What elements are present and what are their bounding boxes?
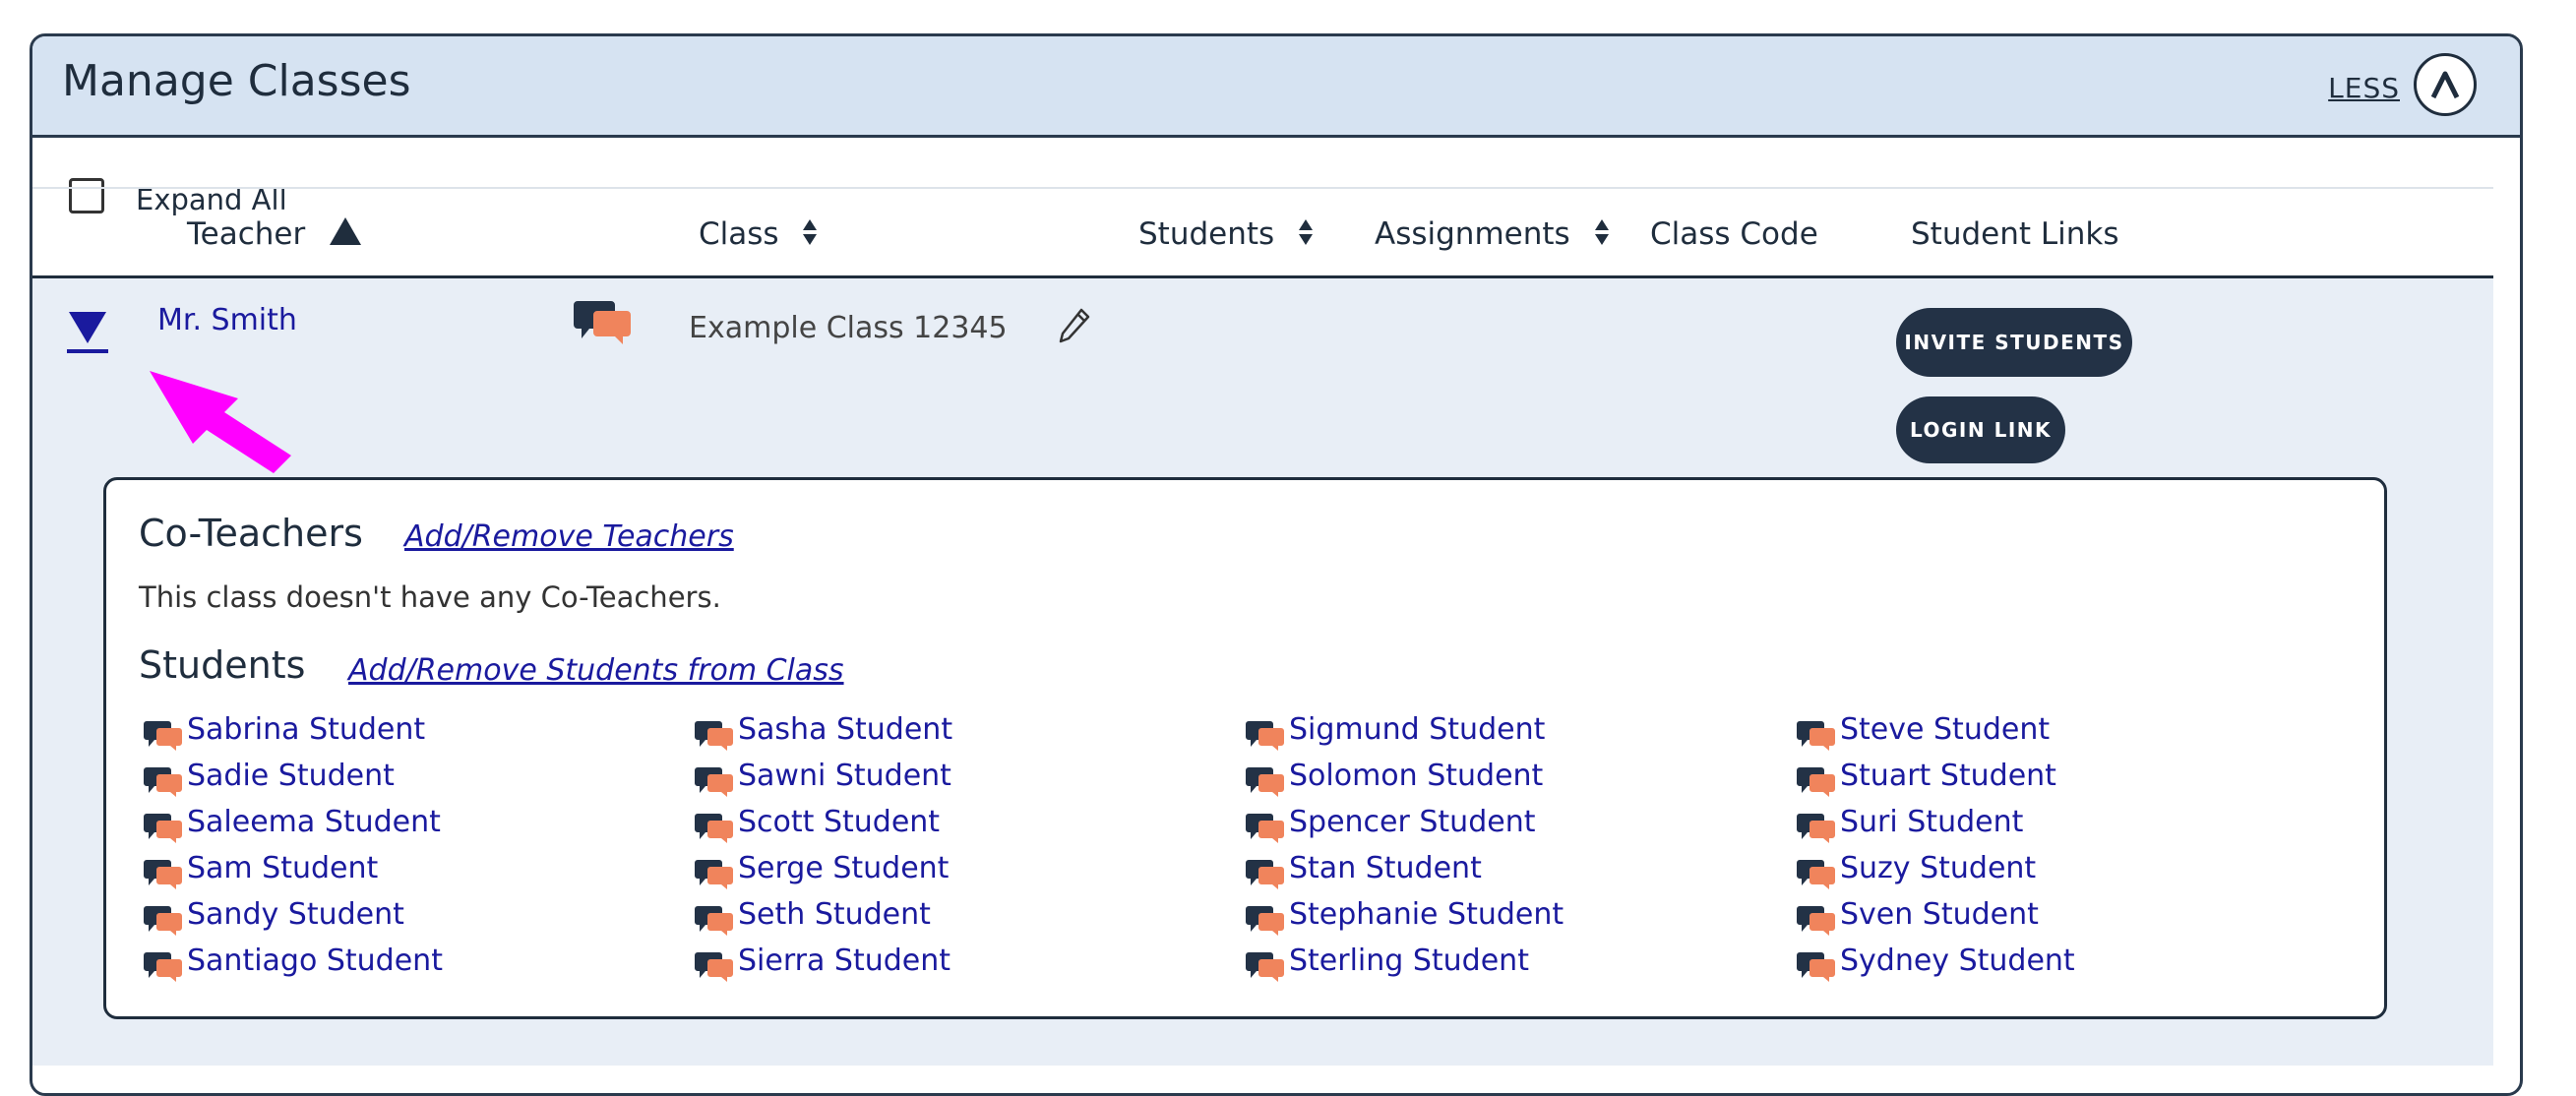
chat-bubbles-icon xyxy=(1246,860,1284,889)
chat-bubbles-icon xyxy=(695,721,733,751)
annotation-arrow xyxy=(150,371,291,473)
chat-bubbles-icon[interactable] xyxy=(574,299,633,348)
expand-all-checkbox[interactable] xyxy=(69,178,104,213)
chat-bubbles-icon xyxy=(1246,814,1284,843)
add-remove-students-link[interactable]: Add/Remove Students from Class xyxy=(348,653,844,688)
column-header-student-links: Student Links xyxy=(1911,216,2119,252)
sort-ascending-icon xyxy=(330,216,362,245)
column-header-students[interactable]: Students xyxy=(1138,216,1314,252)
divider xyxy=(32,187,2493,189)
chat-bubbles-icon xyxy=(1246,767,1284,797)
chat-bubbles-icon xyxy=(144,952,182,982)
column-header-teacher-label: Teacher xyxy=(187,216,306,252)
student-list: Sabrina Student Sadie Student Saleema St… xyxy=(144,712,2387,1007)
column-header-assignments-label: Assignments xyxy=(1375,216,1570,252)
pencil-icon[interactable] xyxy=(1058,307,1091,348)
login-link-button[interactable]: LOGIN LINK xyxy=(1896,396,2065,463)
panel-header: Manage Classes LESS xyxy=(32,36,2520,138)
collapse-button[interactable] xyxy=(2414,53,2477,116)
chat-bubbles-icon xyxy=(144,860,182,889)
sort-icon xyxy=(1594,218,1609,245)
row-expander[interactable] xyxy=(67,310,108,359)
chat-bubbles-icon xyxy=(695,767,733,797)
column-header-students-label: Students xyxy=(1138,216,1275,252)
chevron-up-icon xyxy=(2430,71,2460,99)
chat-bubbles-icon xyxy=(1797,952,1835,982)
column-header-class-label: Class xyxy=(699,216,779,252)
chat-bubbles-icon xyxy=(1246,952,1284,982)
column-header-assignments[interactable]: Assignments xyxy=(1375,216,1610,252)
chat-bubbles-icon xyxy=(1797,814,1835,843)
less-link[interactable]: LESS xyxy=(2328,72,2400,104)
triangle-down-icon xyxy=(67,312,108,353)
chat-bubbles-icon xyxy=(695,814,733,843)
chat-bubbles-icon xyxy=(695,906,733,936)
class-name: Example Class 12345 xyxy=(689,311,1008,345)
column-header-class-code: Class Code xyxy=(1650,216,1818,252)
chat-bubbles-icon xyxy=(695,952,733,982)
chat-bubbles-icon xyxy=(144,767,182,797)
teacher-link[interactable]: Mr. Smith xyxy=(157,303,297,337)
chat-bubbles-icon xyxy=(695,860,733,889)
sort-icon xyxy=(803,218,818,245)
chat-bubbles-icon xyxy=(1797,767,1835,797)
chat-bubbles-icon xyxy=(144,814,182,843)
chat-bubbles-icon xyxy=(1246,721,1284,751)
chat-bubbles-icon xyxy=(1797,721,1835,751)
page-title: Manage Classes xyxy=(62,56,411,106)
chat-bubbles-icon xyxy=(1797,906,1835,936)
add-remove-teachers-link[interactable]: Add/Remove Teachers xyxy=(404,519,734,554)
sort-icon xyxy=(1299,218,1314,245)
no-co-teachers-text: This class doesn't have any Co-Teachers. xyxy=(139,580,721,614)
chat-bubbles-icon xyxy=(1246,906,1284,936)
chat-bubbles-icon xyxy=(1797,860,1835,889)
column-header-teacher[interactable]: Teacher xyxy=(187,216,362,252)
column-header-class[interactable]: Class xyxy=(699,216,818,252)
class-details-box: Co-Teachers Add/Remove Teachers This cla… xyxy=(103,477,2387,1019)
chat-bubbles-icon xyxy=(144,906,182,936)
chat-bubbles-icon xyxy=(144,721,182,751)
students-title: Students xyxy=(139,643,306,687)
invite-students-button[interactable]: INVITE STUDENTS xyxy=(1896,308,2132,377)
co-teachers-title: Co-Teachers xyxy=(139,512,363,555)
